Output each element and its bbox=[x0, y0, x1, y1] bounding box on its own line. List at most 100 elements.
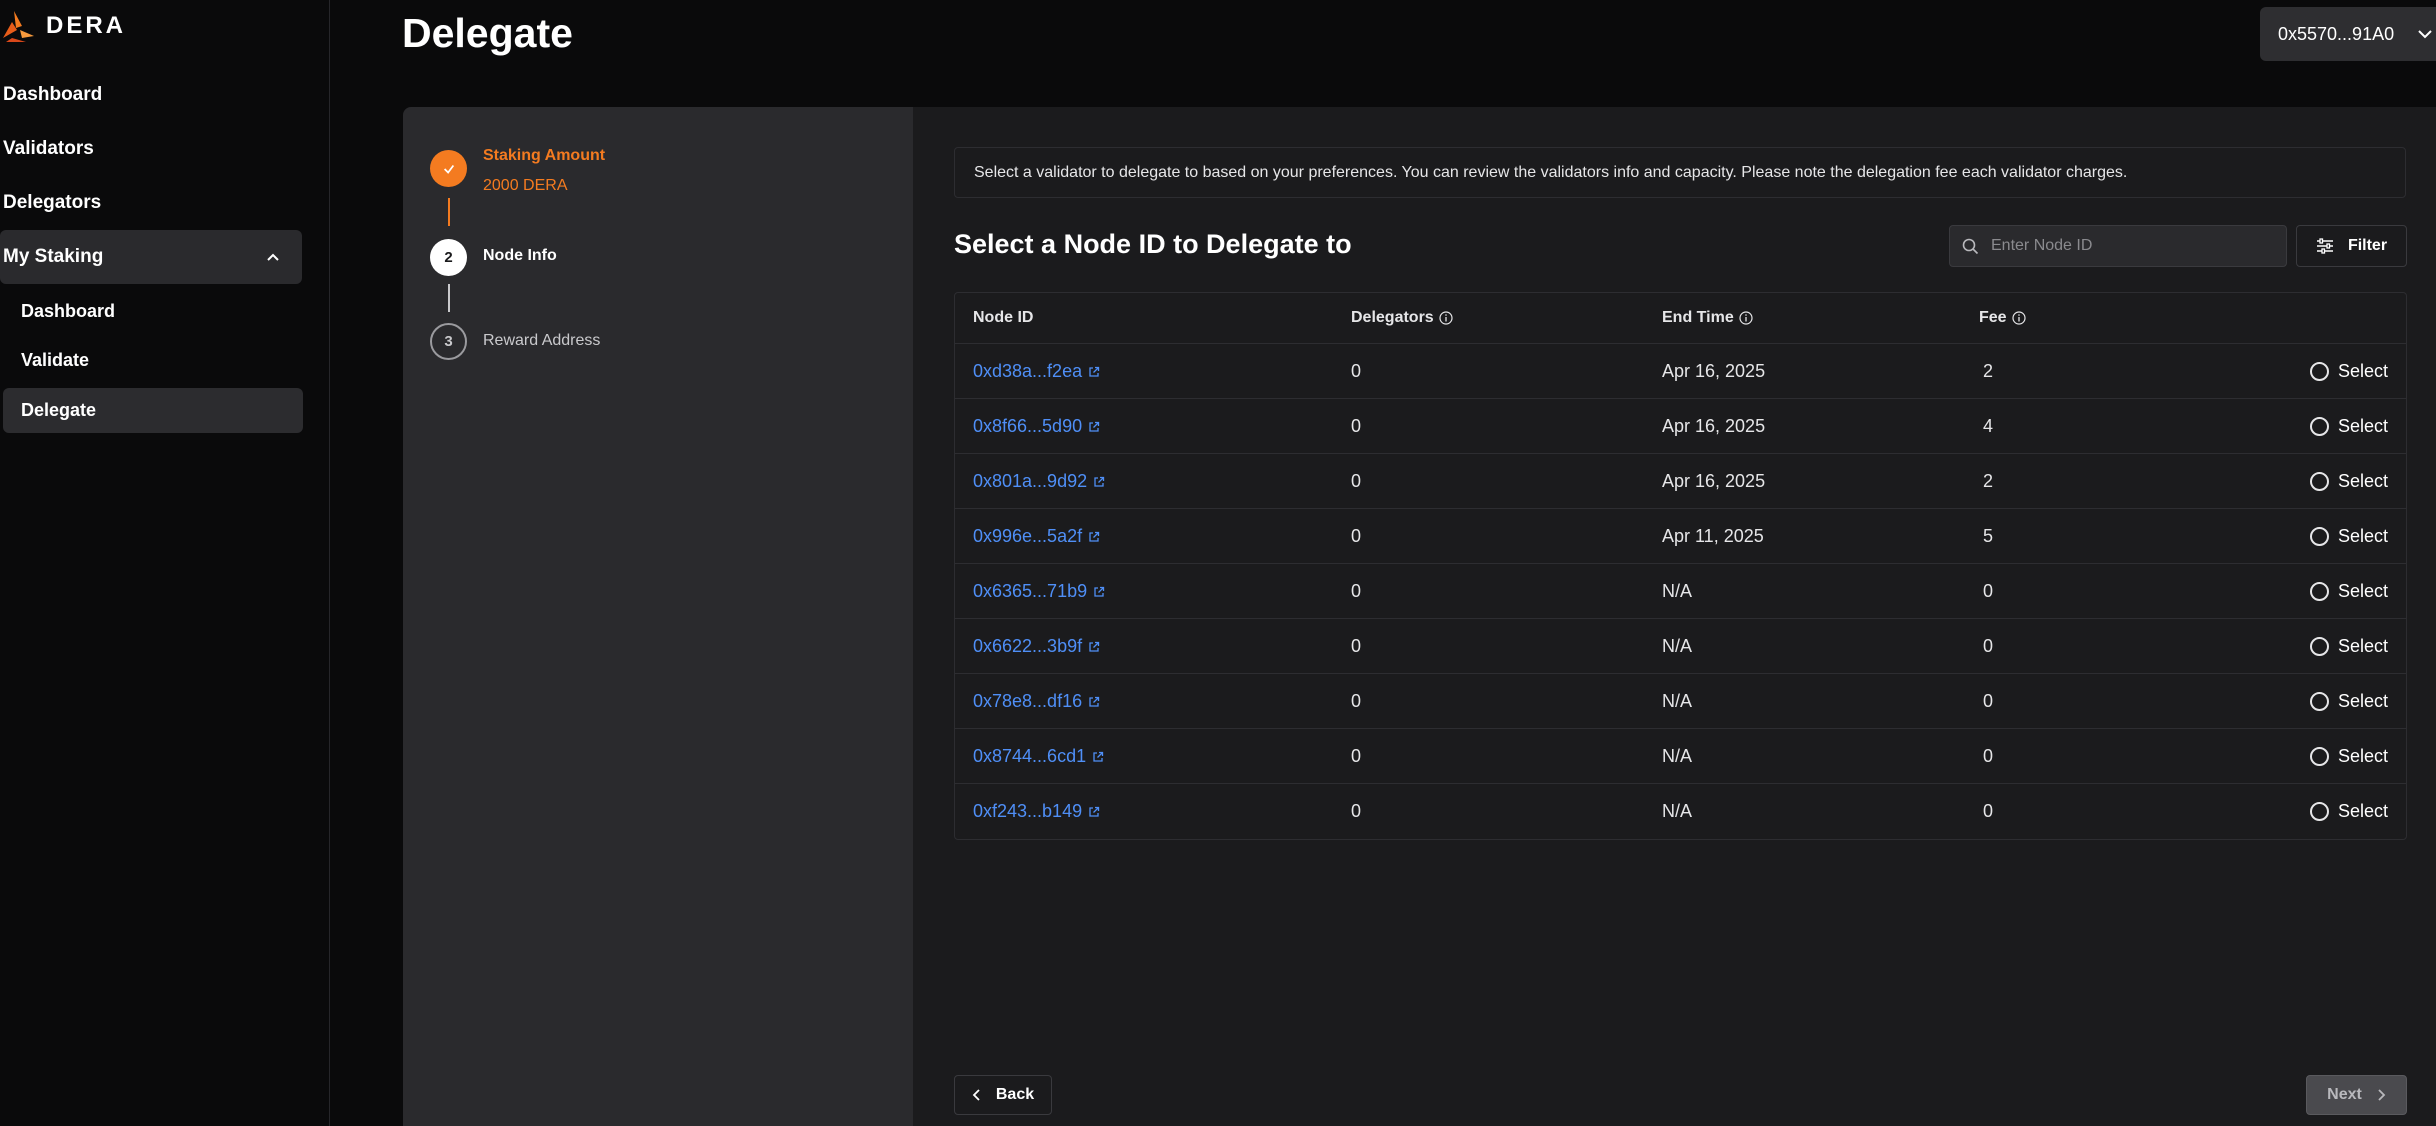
select-radio-option[interactable]: Select bbox=[2309, 399, 2388, 454]
cell-node-id[interactable]: 0xf243...b149 bbox=[973, 784, 1100, 839]
step-2-title: Node Info bbox=[483, 247, 557, 264]
col-end-time: End Time bbox=[1662, 309, 1753, 327]
node-id-link[interactable]: 0x6622...3b9f bbox=[973, 636, 1082, 657]
node-id-link[interactable]: 0x8744...6cd1 bbox=[973, 746, 1086, 767]
node-id-link[interactable]: 0xf243...b149 bbox=[973, 801, 1082, 822]
dera-logo-icon bbox=[3, 11, 34, 42]
sidebar-subitem-validate[interactable]: Validate bbox=[3, 338, 303, 383]
select-radio-option[interactable]: Select bbox=[2309, 729, 2388, 784]
node-id-link[interactable]: 0x6365...71b9 bbox=[973, 581, 1087, 602]
node-id-link[interactable]: 0x801a...9d92 bbox=[973, 471, 1087, 492]
wallet-address: 0x5570...91A0 bbox=[2278, 23, 2395, 44]
cell-fee: 5 bbox=[1983, 526, 1994, 546]
cell-node-id[interactable]: 0x996e...5a2f bbox=[973, 509, 1100, 564]
cell-node-id[interactable]: 0x78e8...df16 bbox=[973, 674, 1100, 729]
radio-button[interactable] bbox=[2309, 637, 2329, 656]
cell-node-id[interactable]: 0x6622...3b9f bbox=[973, 619, 1100, 674]
radio-button[interactable] bbox=[2309, 527, 2329, 546]
select-radio-option[interactable]: Select bbox=[2309, 619, 2388, 674]
cell-fee: 4 bbox=[1983, 416, 1994, 436]
info-icon[interactable] bbox=[2011, 311, 2026, 325]
radio-button[interactable] bbox=[2309, 747, 2329, 766]
main-panel: Select a validator to delegate to based … bbox=[913, 107, 2436, 1126]
cell-node-id[interactable]: 0x6365...71b9 bbox=[973, 564, 1105, 619]
table-row: 0x78e8...df16 0 N/A 0 Select bbox=[955, 674, 2406, 729]
sidebar-item-label: Delegators bbox=[3, 192, 102, 213]
info-text: Select a validator to delegate to based … bbox=[974, 163, 2128, 181]
stepper-panel: Staking Amount 2000 DERA 2 Node Info 3 R… bbox=[403, 107, 913, 1126]
cell-end-time: Apr 11, 2025 bbox=[1662, 526, 1764, 546]
info-icon[interactable] bbox=[1439, 311, 1453, 325]
col-label: Node ID bbox=[973, 309, 1034, 326]
select-radio-option[interactable]: Select bbox=[2309, 344, 2388, 399]
cell-node-id[interactable]: 0x8744...6cd1 bbox=[973, 729, 1104, 784]
next-label: Next bbox=[2327, 1086, 2362, 1103]
table-body: 0xd38a...f2ea 0 Apr 16, 2025 2 Select 0x8f66.… bbox=[955, 344, 2406, 839]
filter-button[interactable]: Filter bbox=[2296, 225, 2407, 267]
cell-node-id[interactable]: 0x801a...9d92 bbox=[973, 454, 1105, 509]
sidebar-item-validators[interactable]: Validators bbox=[0, 122, 302, 176]
brand-logo[interactable]: DERA bbox=[0, 8, 126, 44]
node-id-link[interactable]: 0x8f66...5d90 bbox=[973, 416, 1082, 437]
back-button[interactable]: Back bbox=[954, 1075, 1052, 1115]
cell-delegators: 0 bbox=[1351, 581, 1362, 601]
validators-table: Node ID Delegators End Time Fee 0xd38a..… bbox=[954, 292, 2407, 840]
filter-sliders-icon bbox=[2316, 238, 2333, 254]
external-link-icon bbox=[1089, 806, 1100, 817]
select-radio-option[interactable]: Select bbox=[2309, 564, 2388, 619]
radio-button[interactable] bbox=[2309, 472, 2329, 491]
cell-delegators: 0 bbox=[1351, 746, 1362, 766]
sidebar-subitem-delegate[interactable]: Delegate bbox=[3, 388, 303, 433]
cell-end-time: Apr 16, 2025 bbox=[1662, 361, 1766, 381]
cell-end-time: N/A bbox=[1662, 801, 1693, 821]
cell-node-id[interactable]: 0x8f66...5d90 bbox=[973, 399, 1100, 454]
step-3-title: Reward Address bbox=[483, 332, 601, 349]
sidebar-item-delegators[interactable]: Delegators bbox=[0, 176, 302, 230]
external-link-icon bbox=[1094, 476, 1105, 487]
table-row: 0xf243...b149 0 N/A 0 Select bbox=[955, 784, 2406, 839]
select-radio-option[interactable]: Select bbox=[2309, 674, 2388, 729]
table-row: 0x996e...5a2f 0 Apr 11, 2025 5 Select bbox=[955, 509, 2406, 564]
cell-end-time: N/A bbox=[1662, 636, 1693, 656]
node-id-link[interactable]: 0xd38a...f2ea bbox=[973, 361, 1082, 382]
cell-delegators: 0 bbox=[1351, 636, 1362, 656]
radio-button[interactable] bbox=[2309, 802, 2329, 821]
info-icon[interactable] bbox=[1739, 311, 1753, 325]
external-link-icon bbox=[1089, 531, 1100, 542]
col-label: Fee bbox=[1979, 309, 2007, 326]
radio-button[interactable] bbox=[2309, 417, 2329, 436]
sidebar-item-dashboard[interactable]: Dashboard bbox=[0, 68, 302, 122]
cell-end-time: N/A bbox=[1662, 691, 1693, 711]
node-id-link[interactable]: 0x996e...5a2f bbox=[973, 526, 1082, 547]
cell-delegators: 0 bbox=[1351, 416, 1362, 436]
select-radio-option[interactable]: Select bbox=[2309, 509, 2388, 564]
step-2-circle: 2 bbox=[430, 239, 467, 276]
select-label: Select bbox=[2337, 361, 2388, 381]
col-delegators: Delegators bbox=[1351, 309, 1453, 327]
back-label: Back bbox=[995, 1086, 1035, 1103]
step-complete-check-icon bbox=[430, 150, 467, 187]
cell-node-id[interactable]: 0xd38a...f2ea bbox=[973, 344, 1100, 399]
wallet-dropdown[interactable]: 0x5570...91A0 bbox=[2260, 7, 2436, 61]
select-radio-option[interactable]: Select bbox=[2309, 784, 2388, 839]
sidebar-item-my-staking[interactable]: My Staking bbox=[0, 230, 302, 284]
table-row: 0x6622...3b9f 0 N/A 0 Select bbox=[955, 619, 2406, 674]
next-button[interactable]: Next bbox=[2306, 1075, 2407, 1115]
sidebar-subitem-dashboard[interactable]: Dashboard bbox=[3, 289, 303, 334]
step-1-title: Staking Amount bbox=[483, 147, 606, 164]
step-1-subtitle: 2000 DERA bbox=[483, 177, 568, 194]
select-radio-option[interactable]: Select bbox=[2309, 454, 2388, 509]
select-label: Select bbox=[2337, 581, 2388, 601]
filter-label: Filter bbox=[2347, 237, 2388, 254]
radio-button[interactable] bbox=[2309, 692, 2329, 711]
step-connector bbox=[448, 198, 450, 226]
radio-button[interactable] bbox=[2309, 582, 2329, 601]
cell-fee: 2 bbox=[1983, 361, 1994, 381]
search-input[interactable] bbox=[1991, 237, 2271, 255]
node-id-link[interactable]: 0x78e8...df16 bbox=[973, 691, 1082, 712]
radio-button[interactable] bbox=[2309, 362, 2329, 381]
node-search[interactable] bbox=[1949, 225, 2287, 267]
cell-delegators: 0 bbox=[1351, 361, 1362, 381]
cell-fee: 2 bbox=[1983, 471, 1994, 491]
table-row: 0x8f66...5d90 0 Apr 16, 2025 4 Select bbox=[955, 399, 2406, 454]
